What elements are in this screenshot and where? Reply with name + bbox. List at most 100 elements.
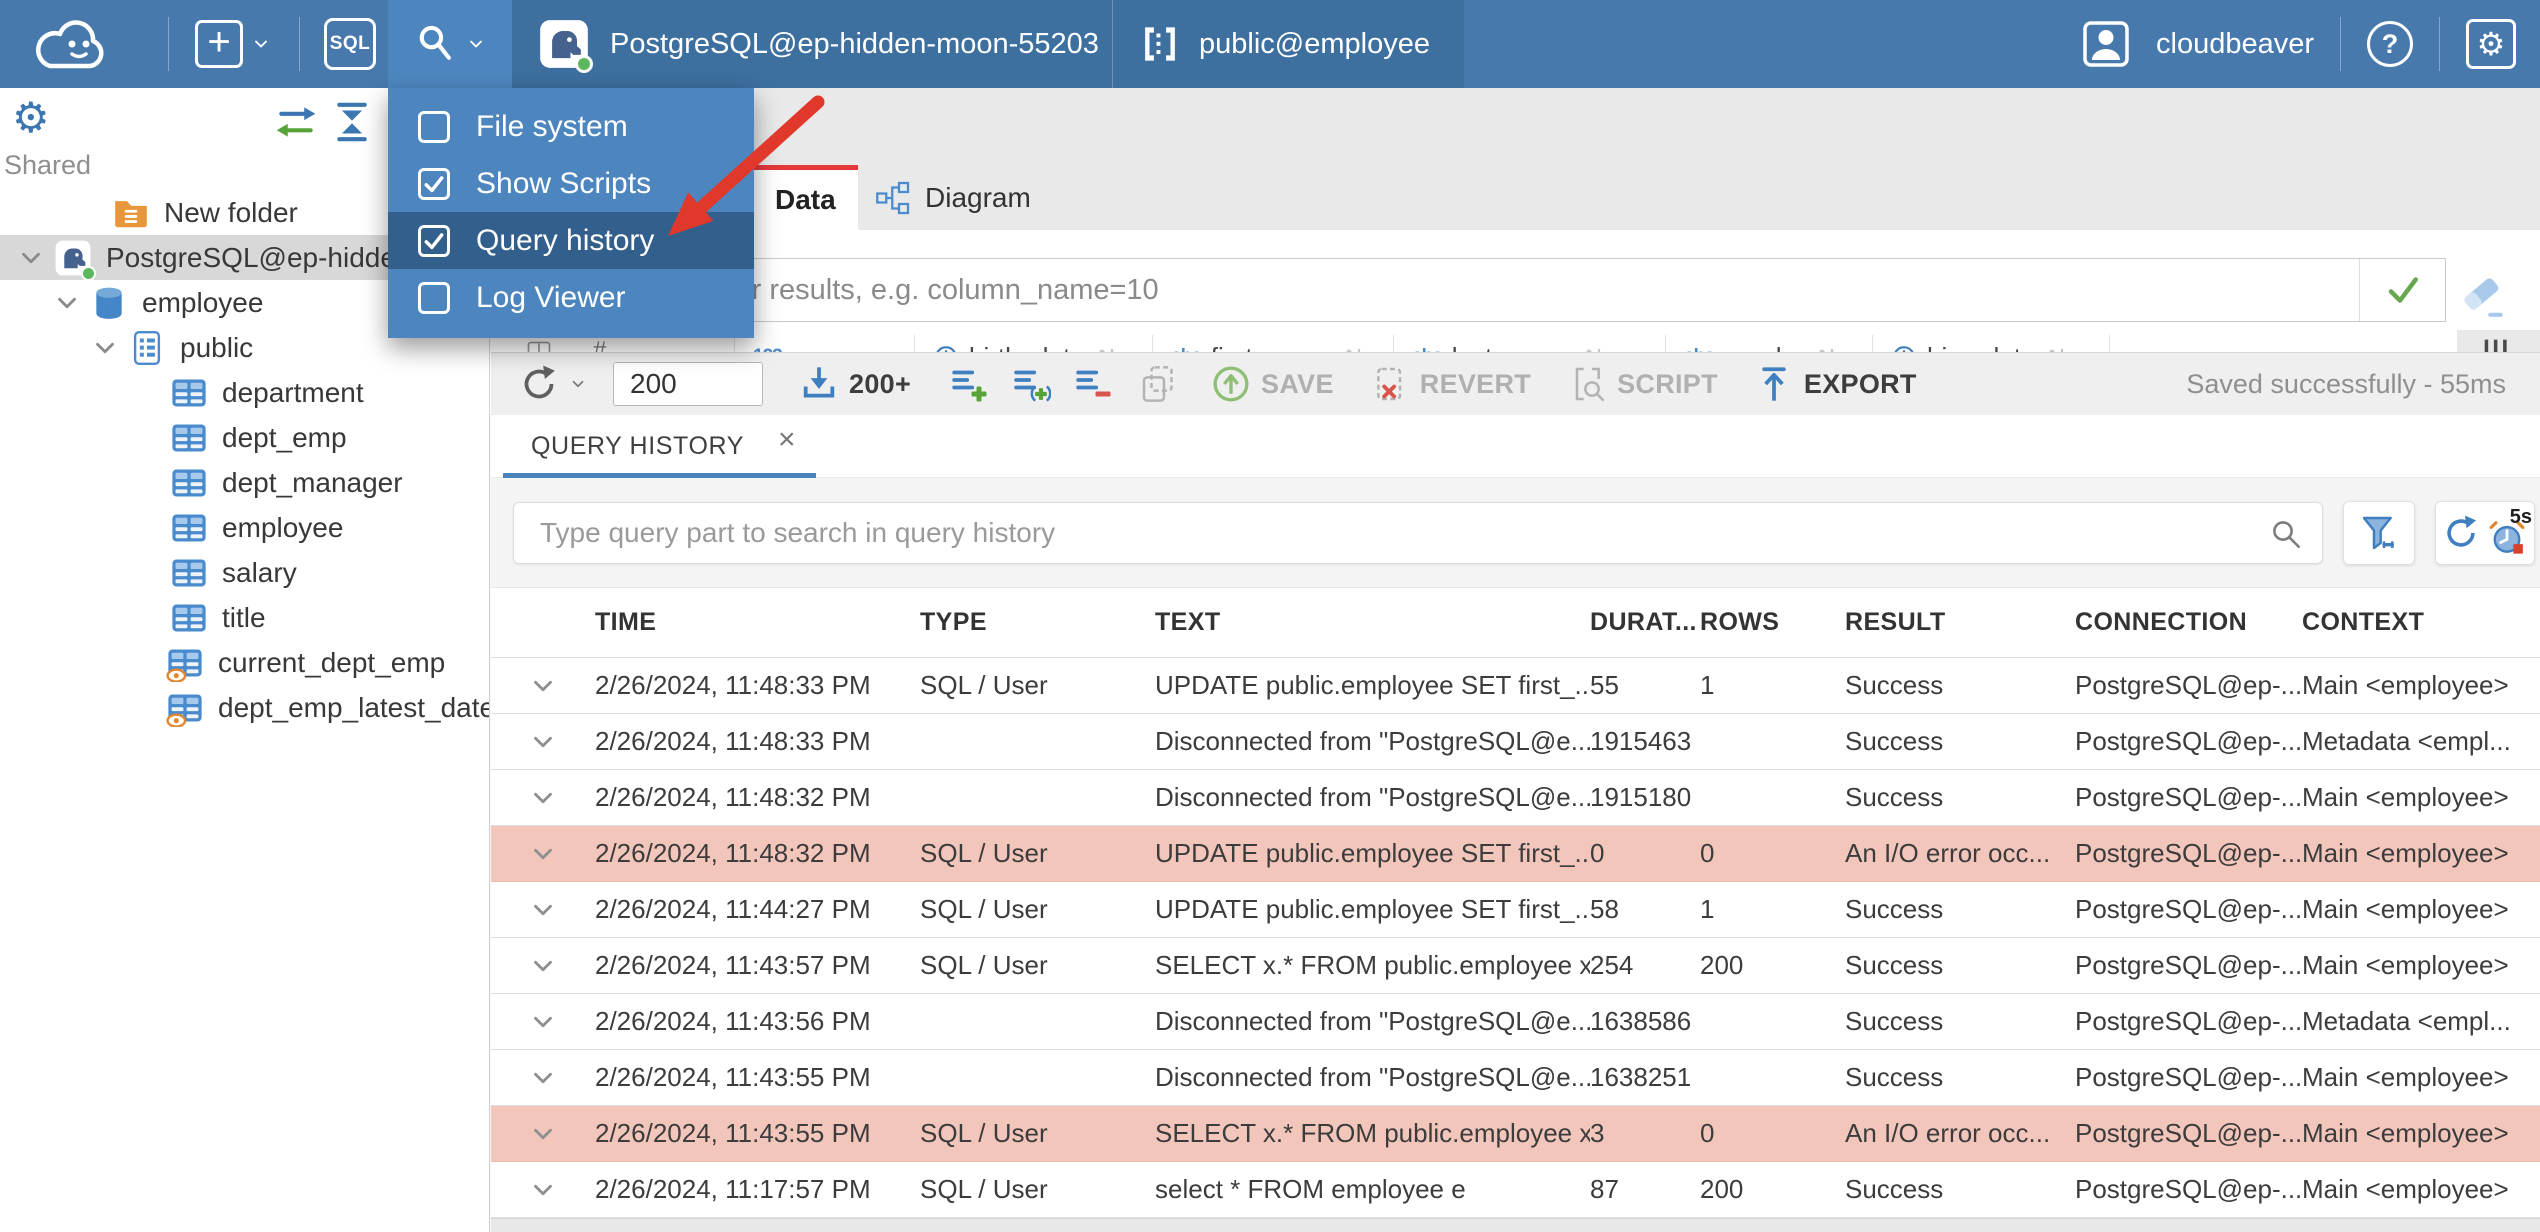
checkbox[interactable]: [418, 224, 450, 257]
query-history-row[interactable]: 2/26/2024, 11:48:32 PM Disconnected from…: [491, 770, 2540, 826]
grid-column-last-name[interactable]: abc last_name: [1394, 335, 1666, 352]
history-filter-button[interactable]: [2343, 501, 2415, 565]
sort-icon[interactable]: [1342, 345, 1366, 352]
cell-time: 2/26/2024, 11:17:57 PM: [595, 1174, 871, 1204]
tree-item-view[interactable]: current_dept_emp: [0, 640, 489, 685]
chevron-down-icon[interactable]: [52, 288, 82, 318]
history-search-input[interactable]: [514, 503, 2322, 563]
copy-results-button[interactable]: [1139, 364, 1179, 404]
query-history-row[interactable]: 2/26/2024, 11:44:27 PM SQL / User UPDATE…: [491, 882, 2540, 938]
checkbox[interactable]: [418, 281, 450, 314]
query-history-row[interactable]: 2/26/2024, 11:17:57 PM SQL / User select…: [491, 1162, 2540, 1218]
tree-item-table[interactable]: dept_manager: [0, 460, 489, 505]
schema-selector[interactable]: public@employee: [1112, 0, 1464, 88]
query-history-row[interactable]: 2/26/2024, 11:43:55 PM SQL / User SELECT…: [491, 1106, 2540, 1162]
query-history-row[interactable]: 2/26/2024, 11:43:56 PM Disconnected from…: [491, 994, 2540, 1050]
tools-menu-button[interactable]: [388, 0, 512, 88]
expand-row-button[interactable]: [491, 895, 595, 925]
apply-filter-button[interactable]: [2359, 259, 2445, 321]
row-limit-input[interactable]: [613, 362, 763, 406]
expand-row-button[interactable]: [491, 1007, 595, 1037]
sql-editor-button[interactable]: SQL: [324, 18, 376, 70]
add-row-button[interactable]: [949, 364, 989, 404]
query-history-row[interactable]: 2/26/2024, 11:48:32 PM SQL / User UPDATE…: [491, 826, 2540, 882]
column-header-type[interactable]: TYPE: [920, 608, 1155, 637]
tab-diagram[interactable]: Diagram: [849, 165, 1057, 230]
expand-row-button[interactable]: [491, 727, 595, 757]
expand-row-button[interactable]: [491, 951, 595, 981]
save-button[interactable]: SAVE: [1211, 364, 1334, 404]
menu-item-log-viewer[interactable]: Log Viewer: [388, 269, 754, 326]
script-button[interactable]: SCRIPT: [1567, 364, 1718, 404]
close-icon[interactable]: ×: [778, 424, 796, 455]
checkbox[interactable]: [418, 110, 450, 143]
tree-item-table[interactable]: dept_emp: [0, 415, 489, 460]
tab-query-history[interactable]: QUERY HISTORY ×: [503, 415, 817, 478]
expand-row-button[interactable]: [491, 1119, 595, 1149]
column-header-result[interactable]: RESULT: [1845, 608, 2075, 637]
tree-item-table[interactable]: salary: [0, 550, 489, 595]
menu-item-show-scripts[interactable]: Show Scripts: [388, 155, 754, 212]
sort-icon[interactable]: [1582, 345, 1606, 352]
collapse-all-icon[interactable]: [330, 100, 374, 144]
sort-icon[interactable]: [2045, 345, 2069, 352]
menu-item-file-system[interactable]: File system: [388, 98, 754, 155]
grid-column-gender[interactable]: abc gender: [1666, 335, 1873, 352]
chevron-down-icon[interactable]: [16, 243, 46, 273]
fetch-more-button[interactable]: 200+: [799, 364, 911, 404]
column-header-duration[interactable]: DURAT...: [1590, 608, 1700, 637]
delete-row-button[interactable]: [1073, 364, 1113, 404]
view-icon: [166, 644, 204, 682]
sync-connection-icon[interactable]: [274, 100, 318, 144]
expand-row-button[interactable]: [491, 1175, 595, 1205]
refresh-button[interactable]: [519, 364, 587, 404]
sort-icon[interactable]: [1095, 345, 1119, 352]
sidebar-settings-icon[interactable]: ⚙: [12, 92, 50, 144]
column-header-time[interactable]: TIME: [595, 608, 920, 637]
sort-icon[interactable]: [1815, 345, 1839, 352]
column-header-context[interactable]: CONTEXT: [2302, 608, 2540, 637]
filter-input[interactable]: [506, 259, 2359, 321]
checkbox[interactable]: [418, 167, 450, 200]
menu-item-query-history[interactable]: Query history: [388, 212, 754, 269]
tab-data[interactable]: Data: [753, 165, 858, 230]
cell-type: SQL / User: [920, 1174, 1048, 1204]
expand-row-button[interactable]: [491, 839, 595, 869]
cell-context: Metadata <empl...: [2302, 726, 2511, 756]
duplicate-row-button[interactable]: [1011, 364, 1051, 404]
query-history-row[interactable]: 2/26/2024, 11:48:33 PM SQL / User UPDATE…: [491, 658, 2540, 714]
tree-item-view[interactable]: dept_emp_latest_date: [0, 685, 489, 730]
configure-columns-button[interactable]: [2479, 334, 2519, 352]
tree-item-table[interactable]: title: [0, 595, 489, 640]
grid-column-first-name[interactable]: abc first_name: [1153, 335, 1394, 352]
sort-icon[interactable]: [896, 345, 902, 352]
chevron-down-icon: [528, 1063, 558, 1093]
settings-button[interactable]: ⚙: [2466, 19, 2516, 69]
horizontal-scrollbar-track[interactable]: [491, 1218, 2540, 1232]
query-history-row[interactable]: 2/26/2024, 11:48:33 PM Disconnected from…: [491, 714, 2540, 770]
query-history-row[interactable]: 2/26/2024, 11:43:55 PM Disconnected from…: [491, 1050, 2540, 1106]
tree-item-table[interactable]: department: [0, 370, 489, 415]
column-header-rows[interactable]: ROWS: [1700, 608, 1845, 637]
clear-filter-button[interactable]: [2459, 270, 2509, 320]
auto-refresh-button[interactable]: 5s: [2488, 506, 2532, 556]
new-connection-button[interactable]: +: [195, 20, 271, 68]
grid-column-birth-date[interactable]: birth_date: [915, 335, 1153, 352]
refresh-icon[interactable]: [2442, 514, 2480, 552]
expand-row-button[interactable]: [491, 783, 595, 813]
expand-row-button[interactable]: [491, 671, 595, 701]
help-button[interactable]: ?: [2367, 21, 2413, 67]
export-button[interactable]: EXPORT: [1754, 364, 1917, 404]
expand-row-button[interactable]: [491, 1063, 595, 1093]
revert-button[interactable]: REVERT: [1370, 364, 1531, 404]
tree-item-table[interactable]: employee: [0, 505, 489, 550]
grid-column-hire-date[interactable]: hire_date: [1873, 335, 2110, 352]
column-header-connection[interactable]: CONNECTION: [2075, 608, 2302, 637]
query-history-row[interactable]: 2/26/2024, 11:43:57 PM SQL / User SELECT…: [491, 938, 2540, 994]
grid-column-emp-no[interactable]: 123 emp_no: [735, 335, 915, 352]
user-name[interactable]: cloudbeaver: [2156, 28, 2314, 61]
connection-selector[interactable]: PostgreSQL@ep-hidden-moon-55203: [512, 0, 1112, 88]
connected-status-dot: [575, 55, 593, 73]
column-header-text[interactable]: TEXT: [1155, 608, 1590, 637]
chevron-down-icon[interactable]: [90, 333, 120, 363]
